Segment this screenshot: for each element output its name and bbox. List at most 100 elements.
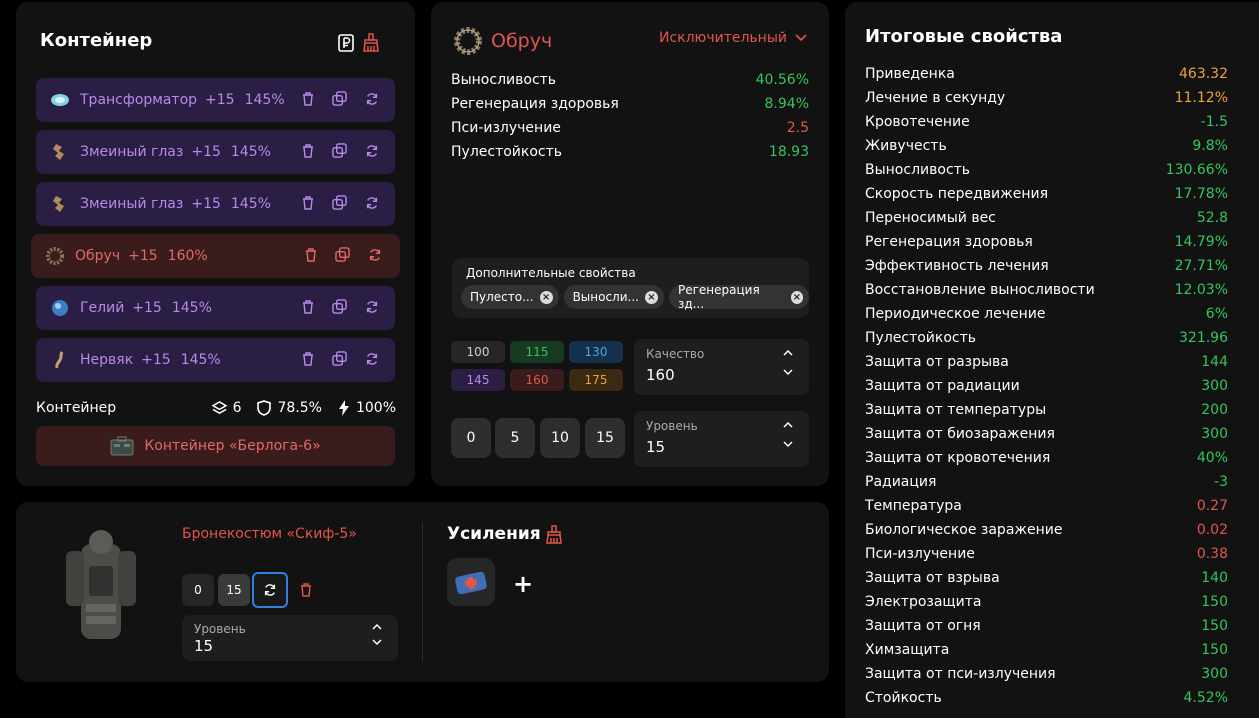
container-footer-label: Контейнер: [36, 400, 117, 416]
total-property-label: Эффективность лечения: [865, 258, 1049, 274]
container-item-name: Гелий: [80, 300, 125, 316]
container-item[interactable]: Трансформатор +15 145%: [36, 78, 395, 122]
total-property-row: Защита от радиации 300: [865, 378, 1228, 402]
chip-remove-icon[interactable]: ×: [539, 290, 553, 304]
quality-preset-button[interactable]: 160: [510, 369, 564, 391]
total-property-value: 130.66%: [1165, 162, 1228, 178]
chevron-down-icon[interactable]: [783, 441, 793, 448]
total-property-value: 0.38: [1196, 546, 1228, 562]
total-property-value: 463.32: [1179, 66, 1228, 82]
container-item-upgrade: +15: [205, 92, 235, 108]
artifact-property-label: Выносливость: [451, 72, 557, 88]
total-property-row: Защита от взрыва 140: [865, 570, 1228, 594]
chevron-up-icon[interactable]: [783, 421, 793, 428]
extra-property-chip[interactable]: Выносли... ×: [563, 285, 664, 309]
armor-swap-button[interactable]: [252, 572, 288, 608]
container-item[interactable]: Нервяк +15 145%: [36, 338, 395, 382]
container-item[interactable]: Змеиный глаз +15 145%: [36, 130, 395, 174]
total-property-value: 17.78%: [1174, 186, 1228, 202]
broom-icon[interactable]: [545, 525, 563, 544]
protection-stat: 78.5%: [257, 400, 322, 416]
total-property-value: 11.12%: [1174, 90, 1228, 106]
armor-level-15-button[interactable]: 15: [218, 574, 250, 606]
level-select[interactable]: Уровень 15: [634, 411, 809, 467]
chevron-up-icon[interactable]: [783, 349, 793, 356]
quality-select[interactable]: Качество 160: [634, 339, 809, 395]
level-preset-button[interactable]: 0: [451, 418, 491, 458]
artifact-name: Обруч: [491, 30, 553, 52]
add-boost-button[interactable]: +: [513, 570, 533, 598]
quality-preset-button[interactable]: 115: [510, 341, 564, 363]
level-preset-button[interactable]: 5: [495, 418, 535, 458]
refresh-icon[interactable]: [365, 351, 379, 366]
container-item[interactable]: Змеиный глаз +15 145%: [36, 182, 395, 226]
armor-delete-button[interactable]: [300, 583, 312, 597]
copy-icon[interactable]: [332, 143, 347, 158]
helium-icon: [50, 298, 70, 318]
total-property-row: Живучесть 9.8%: [865, 138, 1228, 162]
total-property-label: Электрозащита: [865, 594, 982, 610]
chip-label: Пулесто...: [470, 290, 534, 304]
chevron-down-icon[interactable]: [372, 639, 382, 646]
total-property-value: 300: [1201, 426, 1228, 442]
refresh-icon[interactable]: [365, 91, 379, 106]
efficiency-value: 100%: [355, 400, 396, 416]
total-property-row: Восстановление выносливости 12.03%: [865, 282, 1228, 306]
refresh-icon[interactable]: [365, 143, 379, 158]
ruble-document-icon[interactable]: [338, 34, 354, 52]
quality-preset-button[interactable]: 175: [569, 369, 623, 391]
chevron-up-icon[interactable]: [372, 623, 382, 630]
copy-icon[interactable]: [332, 91, 347, 106]
total-property-label: Скорость передвижения: [865, 186, 1048, 202]
armor-panel: Бронекостюм «Скиф-5» 0 15 Уровень 15 Уси…: [16, 502, 829, 682]
trash-icon[interactable]: [302, 195, 314, 210]
trash-icon[interactable]: [302, 143, 314, 158]
quality-preset-button[interactable]: 130: [569, 341, 623, 363]
level-preset-button[interactable]: 15: [585, 418, 625, 458]
armor-level-select[interactable]: Уровень 15: [182, 615, 398, 661]
efficiency-stat: 100%: [338, 400, 396, 416]
quality-preset-button[interactable]: 145: [451, 369, 505, 391]
artifact-property-value: 40.56%: [755, 72, 809, 88]
total-property-row: Защита от огня 150: [865, 618, 1228, 642]
total-property-value: 40%: [1196, 450, 1228, 466]
chip-remove-icon[interactable]: ×: [644, 290, 658, 304]
total-property-value: 27.71%: [1174, 258, 1228, 274]
chip-remove-icon[interactable]: ×: [790, 290, 803, 304]
refresh-icon[interactable]: [368, 247, 382, 262]
extra-property-chip[interactable]: Регенерация зд... ×: [668, 283, 809, 311]
total-property-row: Приведенка 463.32: [865, 66, 1228, 90]
container-select-button[interactable]: Контейнер «Берлога-6»: [36, 426, 395, 466]
trash-icon[interactable]: [302, 91, 314, 106]
artifact-property-label: Регенерация здоровья: [451, 96, 619, 112]
artifact-property-row: Пси-излучение 2.5: [451, 120, 809, 144]
artifact-property-label: Пулестойкость: [451, 144, 563, 160]
refresh-icon[interactable]: [365, 195, 379, 210]
copy-icon[interactable]: [332, 195, 347, 210]
trash-icon[interactable]: [302, 351, 314, 366]
refresh-icon[interactable]: [365, 299, 379, 314]
copy-icon[interactable]: [332, 351, 347, 366]
total-property-label: Кровотечение: [865, 114, 970, 130]
chevron-down-icon[interactable]: [783, 369, 793, 376]
copy-icon[interactable]: [335, 247, 350, 262]
total-property-value: -1.5: [1200, 114, 1228, 130]
level-preset-button[interactable]: 10: [540, 418, 580, 458]
trash-icon[interactable]: [302, 299, 314, 314]
container-item[interactable]: Обруч +15 160%: [31, 234, 400, 278]
container-item[interactable]: Гелий +15 145%: [36, 286, 395, 330]
broom-icon[interactable]: [362, 33, 380, 52]
quality-preset-button[interactable]: 100: [451, 341, 505, 363]
container-item-name: Трансформатор: [80, 92, 198, 108]
rarity-dropdown[interactable]: Исключительный: [659, 30, 807, 46]
boost-slot-medkit[interactable]: [447, 558, 495, 606]
container-item-name: Нервяк: [80, 352, 134, 368]
total-property-row: Защита от температуры 200: [865, 402, 1228, 426]
extra-property-chip[interactable]: Пулесто... ×: [461, 285, 559, 309]
trash-icon[interactable]: [305, 247, 317, 262]
copy-icon[interactable]: [332, 299, 347, 314]
armor-level-0-button[interactable]: 0: [182, 574, 214, 606]
total-property-row: Выносливость 130.66%: [865, 162, 1228, 186]
armor-image: [66, 530, 136, 639]
total-property-label: Защита от пси-излучения: [865, 666, 1056, 682]
